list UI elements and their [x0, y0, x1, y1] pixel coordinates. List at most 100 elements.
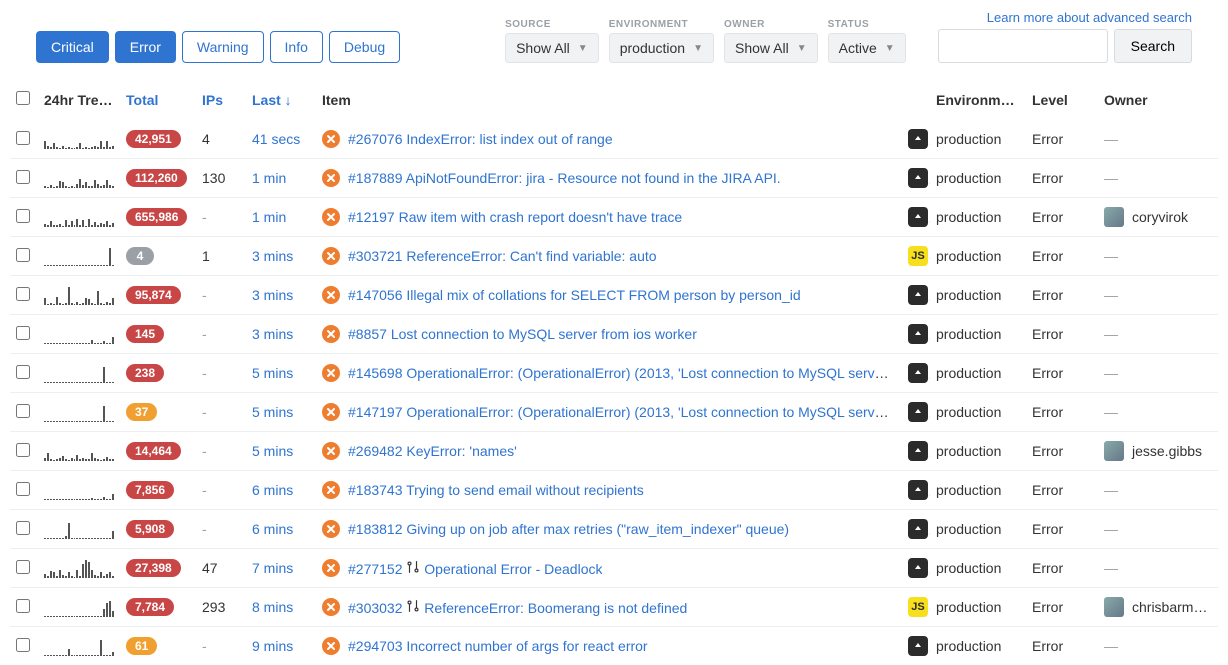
row-checkbox[interactable] [16, 443, 30, 457]
error-icon [322, 559, 340, 577]
error-icon [322, 598, 340, 616]
item-link[interactable]: ReferenceError: Boomerang is not defined [420, 600, 687, 616]
search-button[interactable]: Search [1114, 29, 1192, 63]
col-total[interactable]: Total [120, 81, 196, 120]
item-link[interactable]: #12197 Raw item with crash report doesn'… [348, 209, 682, 225]
level-value: Error [1026, 120, 1098, 159]
advanced-search-link[interactable]: Learn more about advanced search [987, 10, 1192, 25]
item-link[interactable]: #294703 Incorrect number of args for rea… [348, 638, 648, 654]
last-seen-link[interactable]: 9 mins [252, 638, 293, 654]
row-checkbox[interactable] [16, 131, 30, 145]
chevron-down-icon: ▼ [693, 43, 703, 54]
last-seen-link[interactable]: 6 mins [252, 521, 293, 537]
row-checkbox[interactable] [16, 365, 30, 379]
item-link[interactable]: #303032 [348, 600, 406, 616]
owner-select[interactable]: Show All ▼ [724, 33, 818, 63]
total-pill: 7,784 [126, 598, 174, 616]
total-pill: 14,464 [126, 442, 181, 460]
sparkline [44, 480, 114, 500]
col-ips[interactable]: IPs [196, 81, 246, 120]
table-row: 61-9 mins#294703 Incorrect number of arg… [10, 627, 1218, 665]
last-seen-link[interactable]: 5 mins [252, 443, 293, 459]
last-seen-link[interactable]: 6 mins [252, 482, 293, 498]
col-trend[interactable]: 24hr Trend [38, 81, 120, 120]
item-link[interactable]: #145698 OperationalError: (OperationalEr… [348, 365, 896, 381]
last-seen-link[interactable]: 3 mins [252, 287, 293, 303]
avatar [1104, 441, 1124, 461]
last-seen-link[interactable]: 41 secs [252, 131, 300, 147]
error-icon [322, 130, 340, 148]
item-link[interactable]: Operational Error - Deadlock [420, 561, 602, 577]
js-icon: JS [908, 597, 928, 617]
row-checkbox[interactable] [16, 170, 30, 184]
total-pill: 238 [126, 364, 164, 382]
owner-empty: — [1104, 560, 1118, 576]
last-seen-link[interactable]: 3 mins [252, 248, 293, 264]
col-level: Level [1026, 81, 1098, 120]
item-link[interactable]: #147197 OperationalError: (OperationalEr… [348, 404, 896, 420]
row-checkbox[interactable] [16, 599, 30, 613]
row-checkbox[interactable] [16, 521, 30, 535]
search-input[interactable] [938, 29, 1108, 63]
environment-select[interactable]: production ▼ [609, 33, 714, 63]
row-checkbox[interactable] [16, 248, 30, 262]
col-environment: Environme… [930, 81, 1026, 120]
framework-icon [908, 480, 928, 500]
framework-icon [908, 168, 928, 188]
col-owner: Owner [1098, 81, 1218, 120]
last-seen-link[interactable]: 8 mins [252, 599, 293, 615]
total-pill: 61 [126, 637, 157, 655]
source-value: Show All [516, 40, 570, 56]
environment-value: production [930, 588, 1026, 627]
ips-value: - [196, 393, 246, 432]
row-checkbox[interactable] [16, 638, 30, 652]
item-link[interactable]: #8857 Lost connection to MySQL server fr… [348, 326, 697, 342]
sparkline [44, 636, 114, 656]
last-seen-link[interactable]: 7 mins [252, 560, 293, 576]
item-link[interactable]: #269482 KeyError: 'names' [348, 443, 517, 459]
last-seen-link[interactable]: 1 min [252, 209, 286, 225]
last-seen-link[interactable]: 1 min [252, 170, 286, 186]
last-seen-link[interactable]: 5 mins [252, 404, 293, 420]
level-value: Error [1026, 627, 1098, 665]
row-checkbox[interactable] [16, 209, 30, 223]
status-select[interactable]: Active ▼ [828, 33, 906, 63]
item-link[interactable]: #267076 IndexError: list index out of ra… [348, 131, 613, 147]
filter-warning-button[interactable]: Warning [182, 31, 264, 63]
row-checkbox[interactable] [16, 404, 30, 418]
last-seen-link[interactable]: 3 mins [252, 326, 293, 342]
row-checkbox[interactable] [16, 482, 30, 496]
js-icon: JS [908, 246, 928, 266]
level-value: Error [1026, 432, 1098, 471]
filter-error-button[interactable]: Error [115, 31, 176, 63]
filter-debug-button[interactable]: Debug [329, 31, 400, 63]
ips-value: - [196, 510, 246, 549]
item-link[interactable]: #183812 Giving up on job after max retri… [348, 521, 789, 537]
select-all-checkbox[interactable] [16, 91, 30, 105]
row-checkbox[interactable] [16, 560, 30, 574]
sparkline [44, 246, 114, 266]
environment-value: production [930, 159, 1026, 198]
item-link[interactable]: #183743 Trying to send email without rec… [348, 482, 644, 498]
environment-value: production [930, 627, 1026, 665]
item-link[interactable]: #277152 [348, 561, 406, 577]
item-link[interactable]: #147056 Illegal mix of collations for SE… [348, 287, 801, 303]
level-filter-buttons: Critical Error Warning Info Debug [36, 31, 400, 63]
col-last[interactable]: Last ↓ [246, 81, 316, 120]
item-link[interactable]: #303721 ReferenceError: Can't find varia… [348, 248, 657, 264]
source-label: SOURCE [505, 19, 599, 30]
last-seen-link[interactable]: 5 mins [252, 365, 293, 381]
error-icon [322, 637, 340, 655]
error-icon [322, 247, 340, 265]
table-row: 37-5 mins#147197 OperationalError: (Oper… [10, 393, 1218, 432]
source-select[interactable]: Show All ▼ [505, 33, 599, 63]
row-checkbox[interactable] [16, 287, 30, 301]
level-value: Error [1026, 237, 1098, 276]
filter-info-button[interactable]: Info [270, 31, 323, 63]
row-checkbox[interactable] [16, 326, 30, 340]
item-link[interactable]: #187889 ApiNotFoundError: jira - Resourc… [348, 170, 781, 186]
total-pill: 42,951 [126, 130, 181, 148]
table-row: 145-3 mins#8857 Lost connection to MySQL… [10, 315, 1218, 354]
filter-critical-button[interactable]: Critical [36, 31, 109, 63]
level-value: Error [1026, 549, 1098, 588]
